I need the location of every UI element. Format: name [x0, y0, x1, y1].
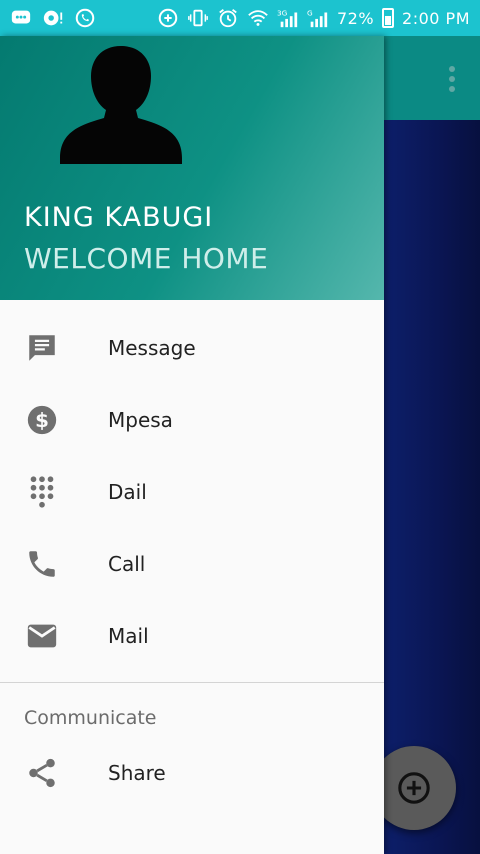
add-circle-icon: [398, 772, 430, 804]
svg-text:$: $: [35, 409, 49, 432]
app-toolbar: [384, 36, 480, 120]
alarm-icon: [217, 7, 239, 29]
menu-item-message[interactable]: Message: [0, 312, 384, 384]
menu-item-label: Dail: [108, 480, 147, 504]
vibrate-icon: [187, 7, 209, 29]
menu-item-label: Call: [108, 552, 146, 576]
battery-icon: [382, 8, 395, 28]
menu-item-label: Mail: [108, 624, 149, 648]
drawer-header: KING KABUGI WELCOME HOME: [0, 36, 384, 300]
menu-item-label: Share: [108, 761, 166, 785]
alert-notification-icon: [42, 7, 64, 29]
status-bar: 3G G 72% 2:00 PM: [0, 0, 480, 36]
mail-icon: [24, 618, 60, 654]
menu-item-label: Mpesa: [108, 408, 173, 432]
message-icon: [24, 330, 60, 366]
navigation-drawer: KING KABUGI WELCOME HOME Message $ Mpesa: [0, 36, 384, 854]
user-name: KING KABUGI: [24, 202, 214, 233]
battery-percent: 72%: [336, 8, 375, 28]
welcome-text: WELCOME HOME: [24, 242, 269, 275]
menu-item-dail[interactable]: Dail: [0, 456, 384, 528]
phone-icon: [24, 546, 60, 582]
signal-3g-icon: 3G: [277, 7, 299, 29]
clock-time: 2:00 PM: [402, 8, 470, 28]
overflow-menu-icon[interactable]: [448, 66, 456, 92]
whatsapp-icon: [74, 7, 96, 29]
app-content: [384, 120, 480, 854]
menu-item-share[interactable]: Share: [0, 737, 384, 809]
svg-text:3G: 3G: [277, 8, 288, 17]
menu-item-mpesa[interactable]: $ Mpesa: [0, 384, 384, 456]
chat-notification-icon: [10, 7, 32, 29]
signal-g-icon: G: [307, 7, 329, 29]
data-saver-icon: [157, 7, 179, 29]
svg-text:G: G: [307, 8, 313, 17]
drawer-menu: Message $ Mpesa Dail Call Mail Communica…: [0, 300, 384, 809]
avatar-silhouette-icon: [60, 46, 182, 164]
menu-item-label: Message: [108, 336, 196, 360]
share-icon: [24, 755, 60, 791]
dollar-circle-icon: $: [24, 402, 60, 438]
section-title: Communicate: [24, 707, 157, 729]
wifi-icon: [247, 7, 269, 29]
menu-item-call[interactable]: Call: [0, 528, 384, 600]
add-fab-button[interactable]: [372, 746, 456, 830]
dialpad-icon: [24, 474, 60, 510]
menu-item-mail[interactable]: Mail: [0, 600, 384, 672]
